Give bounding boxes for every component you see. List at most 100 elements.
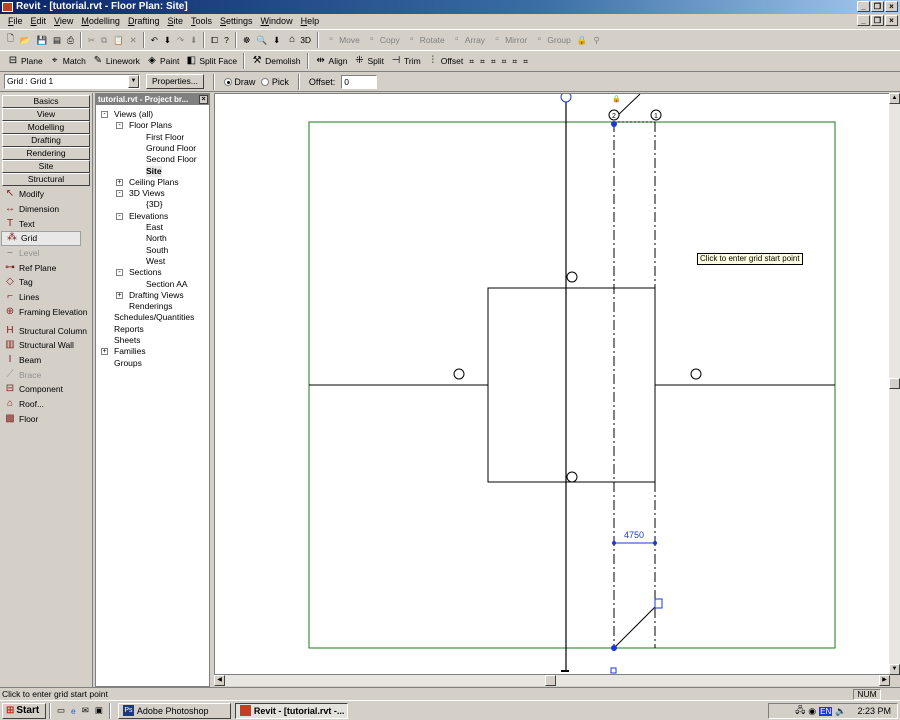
tree-node-site[interactable]: Site: [146, 165, 162, 177]
switch-window-icon[interactable]: ⧠: [208, 31, 221, 49]
padlock-icon[interactable]: [654, 598, 663, 609]
tree-node-renderings[interactable]: Renderings: [129, 301, 172, 312]
tool-tag[interactable]: ◇ Tag: [0, 275, 92, 290]
copy-clip-icon[interactable]: ⧉: [98, 31, 110, 49]
close-button[interactable]: ×: [885, 1, 898, 12]
copy-button[interactable]: ▫ Copy: [363, 31, 403, 49]
split-face-button[interactable]: ◧ Split Face: [182, 52, 240, 70]
tree-node-ceiling-plans[interactable]: Ceiling Plans: [129, 177, 179, 188]
scroll-thumb-horizontal[interactable]: [545, 675, 556, 686]
maximize-button[interactable]: ❐: [871, 1, 884, 12]
mirror-button[interactable]: ▫ Mirror: [488, 31, 530, 49]
draw-radio[interactable]: [223, 78, 232, 87]
coordination-icon[interactable]: ⌗: [520, 52, 531, 70]
zoom-list-icon[interactable]: ⬇: [270, 31, 283, 49]
doc-close-button[interactable]: ×: [885, 15, 898, 26]
task-photoshop[interactable]: Ps Adobe Photoshop: [117, 702, 231, 719]
language-indicator[interactable]: EN: [819, 706, 833, 716]
tab-structural[interactable]: Structural: [2, 173, 90, 186]
menu-modelling[interactable]: Modelling: [77, 14, 124, 28]
tree-node-ground-floor[interactable]: Ground Floor: [146, 143, 196, 154]
volume-icon[interactable]: 🔈: [835, 706, 846, 717]
grid-handle[interactable]: [610, 667, 617, 674]
elevation-marker-west[interactable]: [453, 368, 465, 380]
array-button[interactable]: ▫ Array: [448, 31, 488, 49]
lock-marker-icon[interactable]: 🔒: [612, 95, 621, 103]
menu-site[interactable]: Site: [163, 14, 187, 28]
offset-button[interactable]: ⫶ Offset: [424, 52, 467, 70]
tree-node-groups[interactable]: Groups: [114, 358, 142, 369]
revit-app-icon[interactable]: [2, 2, 13, 12]
dimension-value[interactable]: 4750: [624, 530, 644, 540]
chevron-down-icon[interactable]: ▼: [128, 75, 139, 88]
pick-option[interactable]: Pick: [261, 77, 289, 87]
paint-button[interactable]: ◈ Paint: [143, 52, 182, 70]
tree-node-west[interactable]: West: [146, 256, 165, 267]
tool-level[interactable]: ⎯ Level: [0, 246, 92, 261]
redo-list-icon[interactable]: ⬇: [187, 31, 200, 49]
horizontal-scrollbar[interactable]: ◀ ▶: [214, 675, 890, 686]
tool-framing-elevation[interactable]: ⊕ Framing Elevation: [0, 305, 92, 320]
undo-icon[interactable]: ↶: [148, 31, 161, 49]
expand-icon[interactable]: +: [116, 291, 123, 299]
draw-option[interactable]: Draw: [223, 77, 255, 87]
task-revit[interactable]: Revit - [tutorial.rvt -...: [234, 702, 348, 719]
tool-component[interactable]: ⊟ Component: [0, 382, 92, 397]
tab-modelling[interactable]: Modelling: [2, 121, 90, 134]
orbit-icon[interactable]: ☸: [240, 31, 254, 49]
unpin-icon[interactable]: ⚲: [590, 31, 602, 49]
dim-icon[interactable]: ⌗: [477, 52, 488, 70]
close-icon[interactable]: ×: [199, 95, 208, 104]
collapse-icon[interactable]: -: [116, 190, 123, 198]
paste-icon[interactable]: 📋: [110, 31, 127, 49]
menu-view[interactable]: View: [50, 14, 77, 28]
tree-node-families[interactable]: Families: [114, 346, 146, 357]
tool-structural-column[interactable]: H Structural Column: [0, 323, 92, 338]
plane-button[interactable]: ⊟ Plane: [4, 52, 46, 70]
tree-node-second-floor[interactable]: Second Floor: [146, 154, 197, 165]
properties-button[interactable]: Properties...: [146, 74, 204, 89]
cut-icon[interactable]: ✂: [85, 31, 98, 49]
tree-node-elevations[interactable]: Elevations: [129, 211, 168, 222]
network-icon[interactable]: 🖧: [795, 703, 805, 719]
align-button[interactable]: ⇹ Align: [312, 52, 351, 70]
menu-tools[interactable]: Tools: [187, 14, 216, 28]
drawing-canvas[interactable]: 2 1 🔒 4750 Click to enter grid start poi…: [214, 93, 890, 675]
tree-node-views-all[interactable]: Views (all): [114, 109, 153, 120]
tool-grid[interactable]: ⁂ Grid: [1, 231, 81, 246]
scroll-thumb-vertical[interactable]: [889, 378, 900, 389]
tree-node-section-aa[interactable]: Section AA: [146, 279, 188, 290]
rotate-button[interactable]: ▫ Rotate: [403, 31, 448, 49]
elevation-marker-north[interactable]: [566, 271, 578, 283]
tool-dimension[interactable]: ↔ Dimension: [0, 202, 92, 217]
doc-minimize-button[interactable]: _: [857, 15, 870, 26]
menu-settings[interactable]: Settings: [216, 14, 257, 28]
demolish-button[interactable]: ⚒ Demolish: [248, 52, 303, 70]
scroll-down-button[interactable]: ▼: [889, 664, 900, 675]
zoom-icon[interactable]: 🔍: [253, 31, 270, 49]
tree-node-reports[interactable]: Reports: [114, 324, 144, 335]
group-button[interactable]: ▫ Group: [530, 31, 574, 49]
tree-node-sections[interactable]: Sections: [129, 267, 162, 278]
collapse-icon[interactable]: -: [101, 111, 108, 118]
tree-node-first-floor[interactable]: First Floor: [146, 132, 184, 143]
minimize-button[interactable]: _: [857, 1, 870, 12]
doc-restore-button[interactable]: ❐: [871, 15, 884, 26]
elevation-marker-south[interactable]: [566, 471, 578, 483]
tool-text[interactable]: T Text: [0, 216, 92, 231]
type-selector[interactable]: Grid : Grid 1 ▼: [4, 74, 140, 89]
tree-node-3d-views[interactable]: 3D Views: [129, 188, 165, 199]
tab-drafting[interactable]: Drafting: [2, 134, 90, 147]
copy-monitor-icon[interactable]: ⌗: [509, 52, 520, 70]
menu-drafting[interactable]: Drafting: [124, 14, 164, 28]
tool-modify[interactable]: ↖ Modify: [0, 187, 92, 202]
lock-icon[interactable]: 🔒: [574, 31, 591, 49]
tree-node-south[interactable]: South: [146, 245, 168, 256]
quicklaunch-icon[interactable]: ▣: [92, 702, 106, 720]
tab-basics[interactable]: Basics: [2, 95, 90, 108]
match-button[interactable]: ⌖ Match: [46, 52, 89, 70]
elevation-marker-east[interactable]: [690, 368, 702, 380]
tool-ref-plane[interactable]: ⊶ Ref Plane: [0, 260, 92, 275]
outlook-icon[interactable]: ✉: [79, 702, 92, 720]
tool-beam[interactable]: I Beam: [0, 353, 92, 368]
